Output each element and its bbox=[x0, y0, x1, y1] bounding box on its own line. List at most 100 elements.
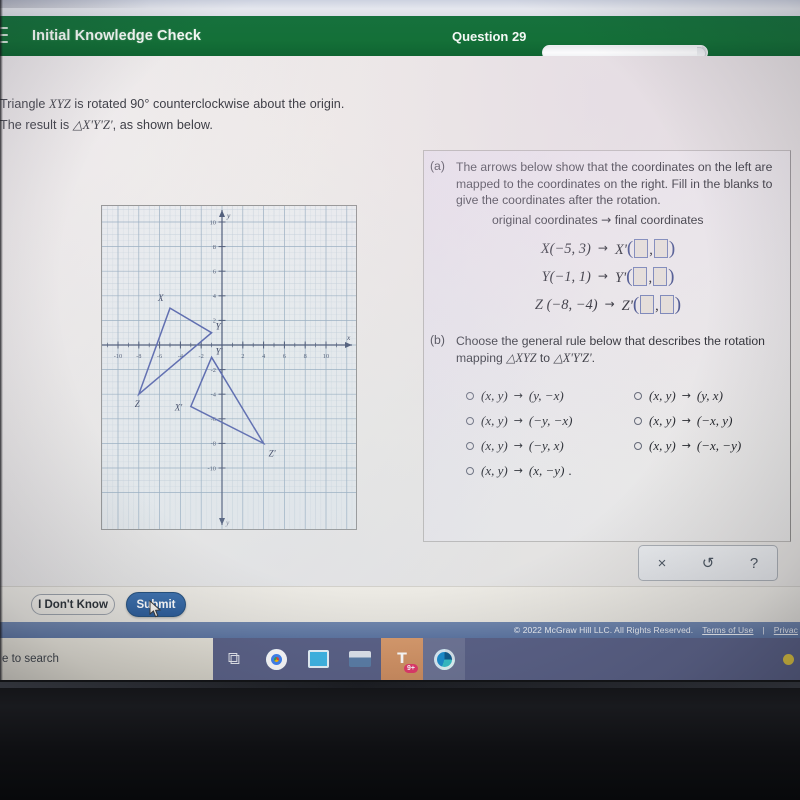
part-b-text-line2-post: . bbox=[591, 350, 596, 365]
taskbar-search-input[interactable]: e to search bbox=[0, 638, 213, 680]
part-b-math-2: △X'Y'Z' bbox=[553, 350, 592, 365]
mapping-row: X(−5, 3) → X'(,) bbox=[424, 235, 792, 263]
close-paren: ) bbox=[668, 266, 675, 287]
rule-option[interactable]: (x, y) → (−x, −y) bbox=[634, 433, 741, 458]
part-b: (b) Choose the general rule below that d… bbox=[430, 333, 786, 366]
vertex-label: X' bbox=[174, 403, 183, 413]
answer-blank-x[interactable] bbox=[634, 239, 649, 258]
notification-badge: 9+ bbox=[404, 664, 418, 673]
mapping-target-label: X' bbox=[614, 242, 627, 258]
arrow-icon: → bbox=[681, 389, 691, 402]
rule-options-left-column: (x, y) → (y, −x) (x, y) → (−y, −x) (x, y) → (−y,… bbox=[466, 383, 572, 483]
help-icon[interactable]: ? bbox=[737, 555, 771, 572]
mapping-target-label: Z' bbox=[621, 298, 633, 314]
caption-original: original coordinates bbox=[492, 213, 598, 227]
comma: , bbox=[649, 242, 653, 258]
svg-text:-10: -10 bbox=[114, 353, 123, 360]
printer-app-icon[interactable] bbox=[339, 638, 381, 680]
submit-button[interactable]: Submit bbox=[126, 592, 186, 617]
prompt-line-2-math: △X'Y'Z' bbox=[72, 118, 113, 132]
clear-icon[interactable]: × bbox=[645, 555, 679, 572]
rule-to: (y, −x) bbox=[528, 387, 564, 403]
rule-from: (x, y) bbox=[481, 437, 508, 453]
radio-button[interactable] bbox=[634, 441, 642, 450]
answer-blank-x[interactable] bbox=[640, 295, 655, 314]
mapping-target: Y'(,) bbox=[615, 266, 674, 288]
radio-button[interactable] bbox=[634, 416, 642, 425]
vertex-label: Z bbox=[135, 399, 141, 409]
footer-separator: | bbox=[762, 625, 765, 635]
rule-to: (y, x) bbox=[696, 387, 723, 403]
arrow-icon: → bbox=[513, 389, 523, 402]
part-a-text: The arrows below show that the coordinat… bbox=[456, 160, 773, 207]
coordinate-graph: -10 -8 -6 -4 -2 2 4 6 8 10 10 8 6 4 2 -2 -4 -6 -8 -10 x y y X Y Z… bbox=[101, 205, 357, 530]
mapping-source: X(−5, 3) bbox=[540, 240, 591, 257]
prompt-line-2: The result is △X'Y'Z', as shown below. bbox=[0, 115, 420, 136]
axis-labels: x y y bbox=[225, 211, 351, 527]
rule-options-right-column: (x, y) → (y, x) (x, y) → (−x, y) (x, y) → (−x, −… bbox=[634, 383, 741, 458]
rule-option[interactable]: (x, y) → (−y, −x) bbox=[466, 408, 572, 433]
answer-blank-y[interactable] bbox=[659, 295, 674, 314]
radio-button[interactable] bbox=[466, 466, 474, 475]
prompt-line-2-post: , as shown below. bbox=[112, 118, 213, 132]
rule-option[interactable]: (x, y) → (y, −x) bbox=[466, 383, 572, 408]
prompt-line-1-post: is rotated 90° counterclockwise about th… bbox=[70, 97, 345, 111]
svg-text:8: 8 bbox=[213, 244, 216, 251]
i-dont-know-button[interactable]: I Don't Know bbox=[31, 594, 115, 615]
rule-option[interactable]: (x, y) → (y, x) bbox=[634, 383, 741, 408]
edge-icon-glyph bbox=[433, 648, 455, 670]
rule-to: (−y, x) bbox=[528, 437, 564, 453]
mapping-target: X'(,) bbox=[615, 238, 675, 260]
tray-status-dot[interactable] bbox=[783, 653, 794, 665]
privacy-link[interactable]: Privac bbox=[774, 625, 798, 635]
rule-from: (x, y) bbox=[649, 387, 676, 403]
axis-arrowheads bbox=[219, 210, 352, 525]
laptop-bezel bbox=[0, 680, 800, 800]
terms-of-use-link[interactable]: Terms of Use bbox=[702, 625, 753, 635]
radio-button[interactable] bbox=[466, 416, 474, 425]
footer-bar: © 2022 McGraw Hill LLC. All Rights Reser… bbox=[0, 622, 800, 638]
answer-blank-y[interactable] bbox=[653, 239, 668, 258]
answer-blank-y[interactable] bbox=[653, 267, 668, 286]
teams-icon[interactable]: T 9+ bbox=[381, 638, 423, 680]
vertex-label: Z' bbox=[269, 448, 277, 458]
top-sliver-ink bbox=[0, 0, 150, 8]
grid-minor bbox=[102, 206, 356, 529]
radio-button[interactable] bbox=[466, 391, 474, 400]
rule-to: (−x, y) bbox=[696, 412, 733, 428]
mapping-row: Y(−1, 1) → Y'(,) bbox=[424, 263, 792, 291]
prompt-line-1-pre: Triangle bbox=[0, 97, 49, 111]
vertex-label: Y' bbox=[216, 346, 224, 356]
svg-text:-6: -6 bbox=[157, 353, 162, 360]
svg-text:2: 2 bbox=[241, 353, 244, 360]
radio-button[interactable] bbox=[466, 441, 474, 450]
open-paren: ( bbox=[632, 294, 640, 315]
answer-blank-x[interactable] bbox=[633, 267, 648, 286]
radio-button[interactable] bbox=[634, 391, 642, 400]
task-view-icon[interactable]: ⧉ bbox=[213, 638, 255, 680]
chrome-icon-glyph bbox=[265, 648, 287, 670]
arrow-icon: → bbox=[513, 439, 523, 452]
rule-option[interactable]: (x, y) → (−y, x) bbox=[466, 433, 572, 458]
rule-option[interactable]: (x, y) → (−x, y) bbox=[634, 408, 741, 433]
answer-tools: × ↺ ? bbox=[638, 545, 778, 581]
comma: , bbox=[655, 298, 659, 314]
arrow-icon: → bbox=[681, 414, 691, 427]
edge-icon[interactable] bbox=[423, 638, 465, 680]
svg-text:4: 4 bbox=[262, 353, 266, 360]
chrome-icon[interactable] bbox=[255, 638, 297, 680]
arrow-icon: → bbox=[601, 213, 612, 227]
hamburger-icon[interactable] bbox=[0, 27, 12, 43]
rule-from: (x, y) bbox=[649, 412, 676, 428]
rule-from: (x, y) bbox=[481, 412, 508, 428]
rule-option[interactable]: (x, y) → (x, −y). bbox=[466, 458, 572, 483]
remote-desktop-icon[interactable] bbox=[297, 638, 339, 680]
open-paren: ( bbox=[626, 238, 634, 259]
svg-text:y: y bbox=[225, 518, 230, 527]
arrow-icon: → bbox=[681, 439, 691, 452]
undo-icon[interactable]: ↺ bbox=[691, 554, 725, 572]
arrow-icon: → bbox=[513, 464, 523, 477]
rule-to: (x, −y) bbox=[528, 462, 565, 478]
part-b-text: Choose the general rule below that descr… bbox=[456, 333, 786, 366]
remote-desktop-icon-glyph bbox=[307, 650, 329, 668]
